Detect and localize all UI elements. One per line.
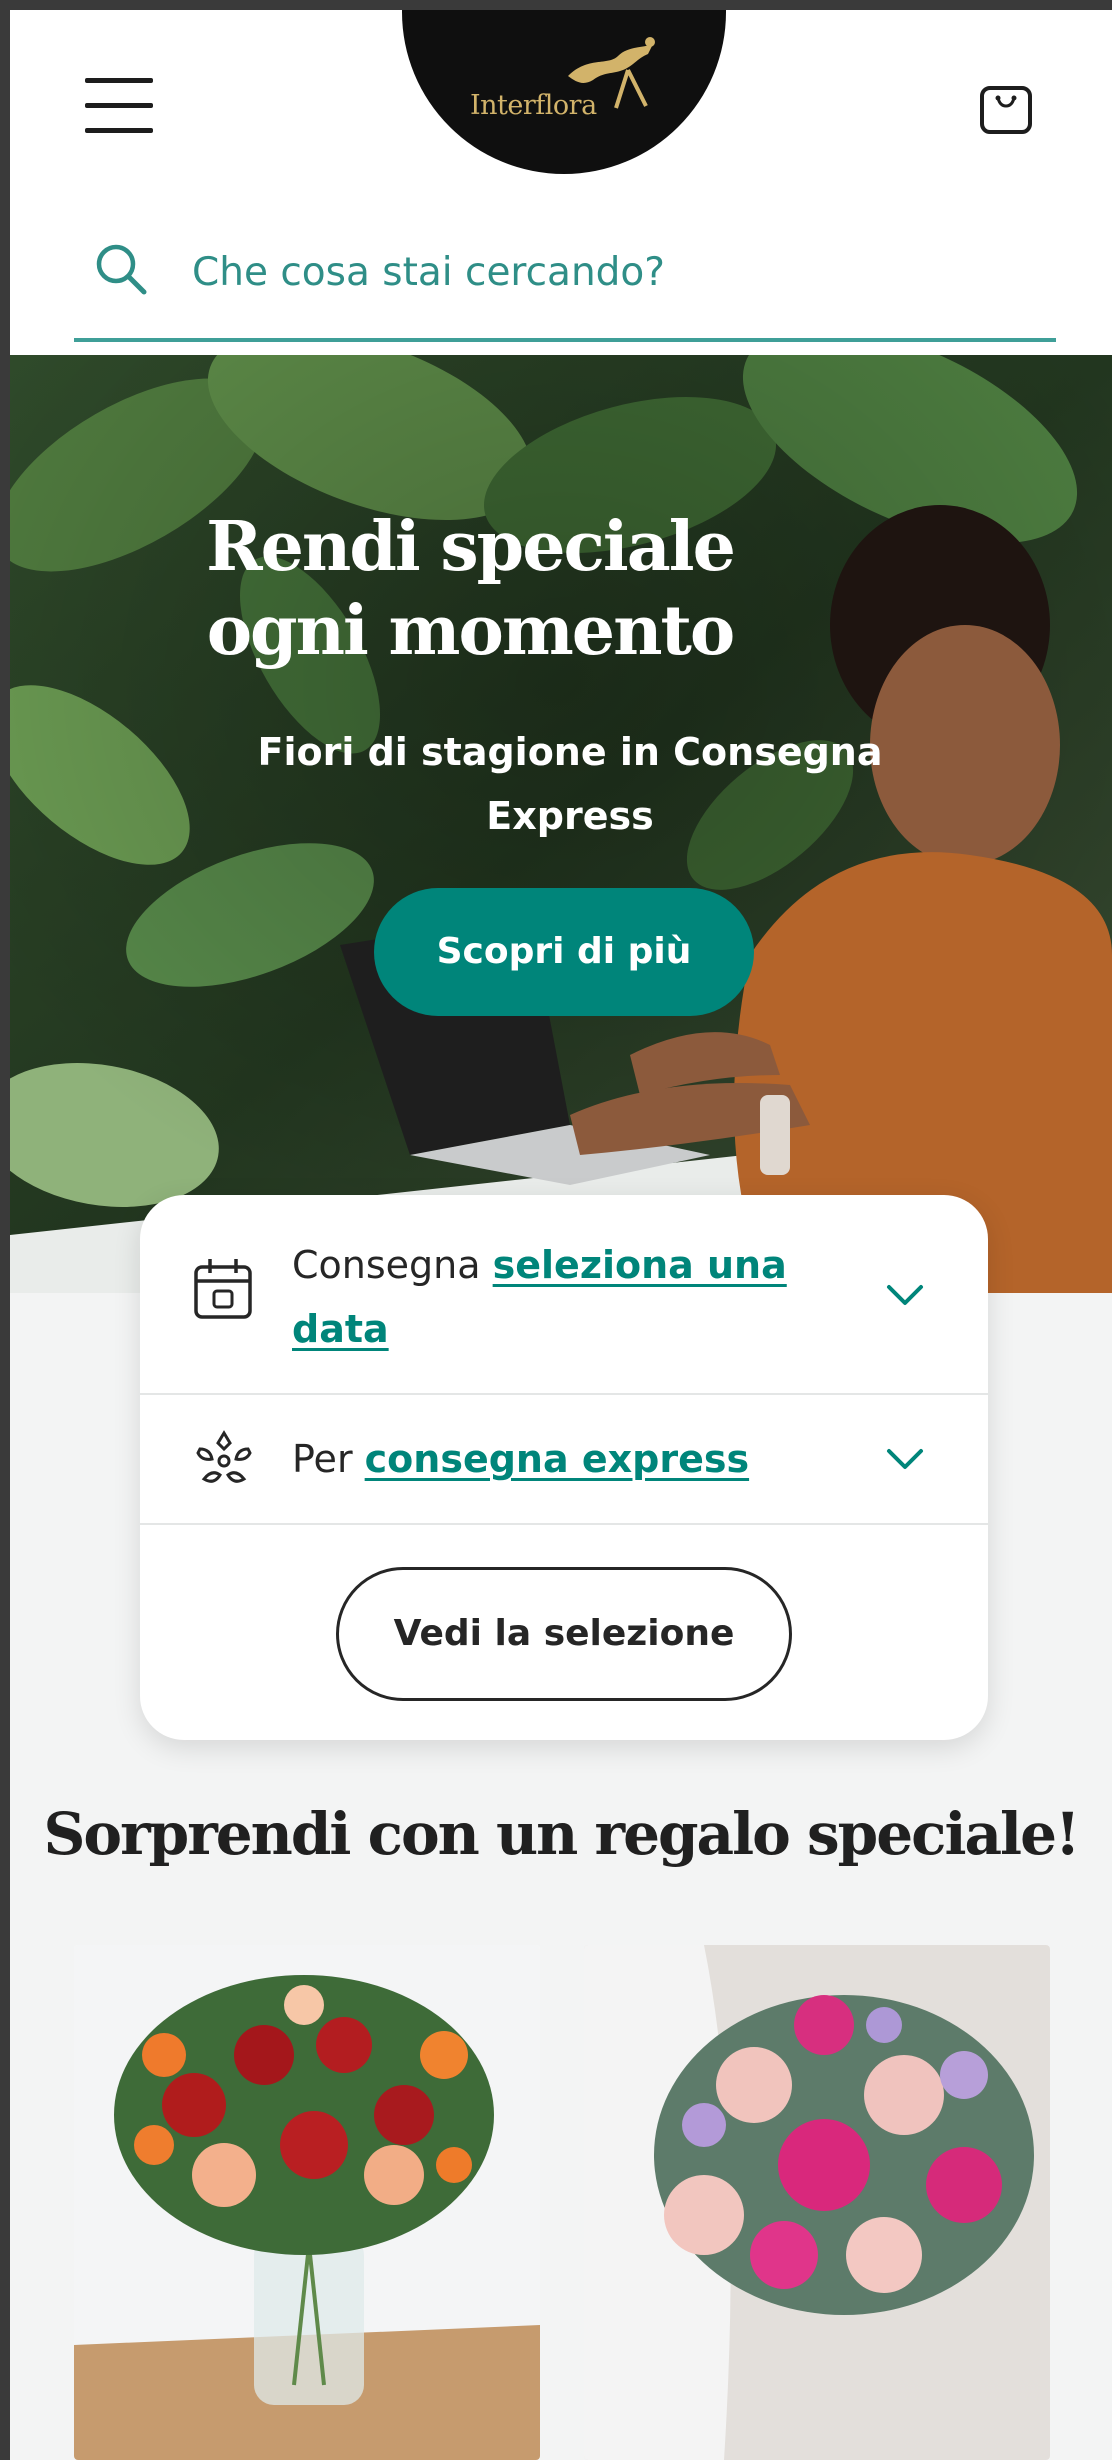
menu-icon[interactable] [85,78,153,136]
delivery-selector-card: Consegna seleziona una data Per consegna… [140,1195,988,1740]
delivery-date-prefix: Consegna [292,1243,481,1287]
delivery-type-text: Per consegna express [292,1427,749,1491]
chevron-down-icon[interactable] [885,1283,925,1307]
cart-icon[interactable] [978,84,1034,136]
search-bar[interactable]: Che cosa stai cercando? [74,220,1056,342]
chevron-down-icon[interactable] [885,1447,925,1471]
delivery-date-row[interactable]: Consegna seleziona una data [140,1195,988,1395]
product-image[interactable] [74,1945,540,2460]
express-delivery-link[interactable]: consegna express [365,1437,749,1481]
delivery-type-prefix: Per [292,1437,353,1481]
discover-more-button[interactable]: Scopri di più [374,888,754,1016]
hero-title: Rendi speciale ogni momento [206,507,736,671]
product-card[interactable] [74,1945,540,2460]
product-card[interactable] [584,1945,1050,2460]
logo-text: Interflora [470,90,597,121]
search-input[interactable]: Che cosa stai cercando? [192,250,665,295]
product-image[interactable] [584,1945,1050,2460]
hero-banner: Rendi speciale ogni momento Fiori di sta… [10,355,1112,1293]
delivery-type-row[interactable]: Per consegna express [140,1395,988,1525]
calendar-icon [194,1259,252,1319]
view-selection-button[interactable]: Vedi la selezione [336,1567,792,1701]
delivery-date-text: Consegna seleziona una data [292,1233,892,1361]
search-icon [96,244,147,295]
section-title: Sorprendi con un regalo speciale! [43,1800,1081,1868]
header: Interflora Che cosa stai cercando? [10,10,1112,355]
hero-subtitle: Fiori di stagione in Consegna Express [257,730,883,838]
flower-icon [196,1430,252,1483]
page: Interflora Che cosa stai cercando? Rendi… [10,10,1112,2460]
